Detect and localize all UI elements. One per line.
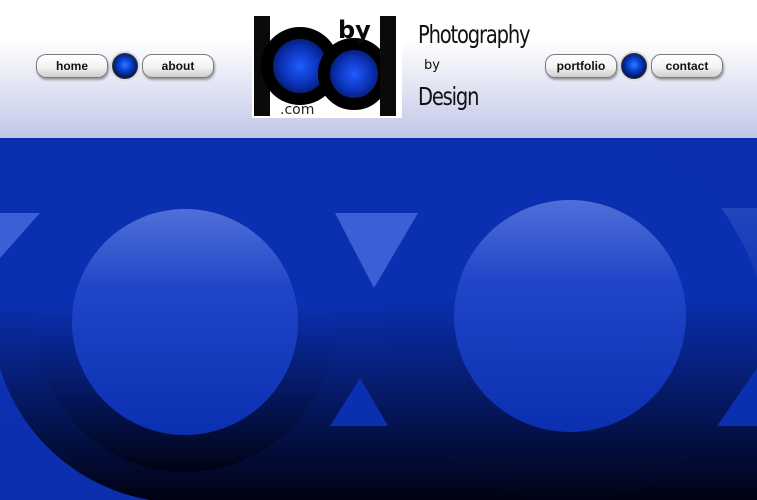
nav-about-label: about — [161, 59, 195, 73]
hero-left-hole — [72, 209, 298, 435]
brand-by: by — [424, 58, 440, 73]
logo-d-bowl — [318, 38, 390, 110]
hero-right-hole — [454, 200, 686, 432]
nav-orb-icon — [112, 53, 138, 79]
logo-by-text: by — [338, 16, 371, 44]
nav-home-label: home — [55, 59, 88, 73]
nav-about-button[interactable]: about — [142, 54, 214, 78]
hero-graphic — [0, 138, 757, 500]
nav-contact-label: contact — [665, 59, 709, 73]
nav-orb-icon — [621, 53, 647, 79]
pbd-logo[interactable]: by .com — [252, 14, 402, 118]
logo-d-stem — [380, 16, 396, 116]
nav-right: portfolio contact — [545, 53, 723, 79]
brand-design: Design — [418, 82, 479, 111]
nav-contact-button[interactable]: contact — [651, 54, 723, 78]
nav-portfolio-label: portfolio — [556, 59, 606, 73]
nav-home-button[interactable]: home — [36, 54, 108, 78]
nav-portfolio-button[interactable]: portfolio — [545, 54, 617, 78]
page-header: home about by .com Photography by Design… — [0, 0, 757, 140]
logo-com-text: .com — [280, 102, 314, 118]
nav-left: home about — [36, 53, 214, 79]
brand-photography: Photography — [418, 20, 531, 49]
